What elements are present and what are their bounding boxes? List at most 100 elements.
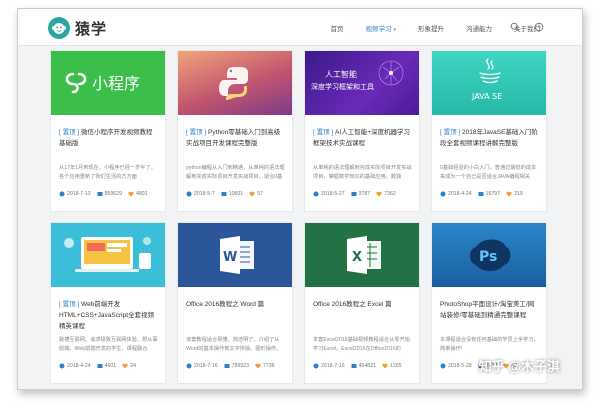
views-icon	[224, 364, 230, 368]
thumb-line1: 人工智能	[325, 69, 357, 79]
course-title-text: Office 2016教程之 Excel 篇	[313, 301, 392, 308]
clock-icon	[313, 363, 319, 369]
course-views: 4601	[104, 363, 117, 369]
course-views: 16797	[485, 191, 501, 197]
svg-text:X: X	[352, 250, 362, 265]
course-card[interactable]: W Office 2016教程之 Word 篇 该套教程适合易懂、简洁明了、介绍…	[177, 222, 293, 384]
course-meta: 2018-5-27 3787 7362	[313, 191, 417, 197]
course-likes: 7362	[384, 191, 396, 197]
course-meta: 2018-4-24 16797 219	[440, 191, 544, 197]
course-desc: 本套Excel2016基础视频教程适合从零开始学习Excel。Excel2016…	[313, 337, 410, 352]
nav-image-improve[interactable]: 形象提升	[418, 23, 444, 33]
course-date: 2018-5-28	[448, 363, 472, 369]
heart-icon	[122, 363, 128, 369]
pinned-tag: [ 置顶 ]	[313, 129, 334, 136]
browser-window: 猿学 首页 视频学习 ▾ 形象提升 沟通能力 关于我们 小程序 [置顶] 微…	[17, 8, 583, 390]
course-title-text: Office 2016教程之 Word 篇	[186, 301, 265, 308]
course-thumbnail	[51, 223, 165, 287]
course-likes: 219	[514, 191, 523, 197]
course-desc: 该套教程适合易懂、简洁明了、介绍了从Word的基本操作到文字排版、图形操作、	[186, 337, 282, 352]
site-logo[interactable]: 猿学	[48, 17, 107, 39]
clock-icon	[313, 191, 319, 197]
java-cup-icon: JAVA SE	[471, 58, 502, 101]
clock-icon	[186, 191, 192, 197]
course-meta: 2018-7-16 454821 1265	[313, 363, 417, 369]
course-likes: 4801	[135, 191, 148, 197]
clock-icon	[186, 363, 192, 369]
course-date: 2018-4-24	[67, 363, 91, 369]
course-views: 3787	[358, 191, 371, 197]
thumb-text: 小程序	[92, 74, 140, 93]
course-desc: 本课程适合没有任何基础的学员上手学习，简单操作!	[440, 337, 539, 352]
heart-icon	[255, 363, 261, 369]
course-title[interactable]: [ 置顶 ] Python零基础入门到高级实战项目开发课程完整版	[186, 127, 286, 160]
course-title[interactable]: PhotoShop平面设计/淘宝美工/网站装修/零基础到精通完整课程	[440, 299, 540, 332]
thumb-text: JAVA SE	[471, 92, 502, 101]
course-thumbnail: 小程序	[51, 51, 165, 115]
course-title[interactable]: [ 置顶 ] AI人工智能+深度机器学习框架技术实战课程	[313, 127, 413, 160]
ai-brain-icon: 人工智能 深度学习框架和工具	[311, 60, 404, 91]
course-views: 10601	[228, 191, 244, 197]
course-date: 2018-7-16	[321, 363, 345, 369]
course-date: 2018-7-13	[67, 191, 91, 197]
views-icon	[478, 192, 484, 196]
course-thumbnail: Ps	[432, 223, 546, 287]
course-card[interactable]: 小程序 [ 置顶 ] 微信小程序开发视频教程基础版 从17年1月到现在，小程序已…	[50, 50, 166, 212]
views-icon	[351, 192, 357, 196]
course-likes: 57	[257, 191, 263, 197]
nav-home[interactable]: 首页	[330, 23, 343, 33]
course-title[interactable]: [ 置顶 ] 微信小程序开发视频教程基础版	[59, 127, 159, 160]
course-desc: 从17年1月到现在，小程序已经一岁半了，各个应用重新了我们生活的方方面	[59, 165, 156, 180]
excel-logo-icon: X	[347, 236, 381, 274]
pinned-tag: [ 置顶 ]	[59, 129, 80, 136]
course-thumbnail: JAVA SE	[432, 51, 546, 115]
clock-icon[interactable]	[534, 22, 544, 32]
heart-icon	[376, 191, 382, 197]
clock-icon	[440, 363, 446, 369]
heart-icon	[382, 363, 388, 369]
word-logo-icon: W	[220, 236, 254, 274]
course-desc: 0基础经验的小白入门，普通过最低的成本来成为一个自己是否适合JAVA编程相关	[440, 165, 537, 180]
course-card[interactable]: JAVA SE [ 置顶 ] 2018年JavaSE基础入门阶段全套视频课程讲解…	[431, 50, 547, 212]
views-icon	[97, 364, 103, 368]
monkey-logo-icon	[48, 17, 70, 39]
site-header: 猿学 首页 视频学习 ▾ 形象提升 沟通能力 关于我们	[18, 9, 582, 46]
course-title[interactable]: [ 置顶 ] Web前端开发HTML+CSS+JavaScript全套视频精英课…	[59, 299, 159, 332]
course-date: 2018-4-24	[448, 191, 472, 197]
pinned-tag: [ 置顶 ]	[186, 129, 207, 136]
course-thumbnail: 人工智能 深度学习框架和工具	[305, 51, 419, 115]
heart-icon	[128, 191, 134, 197]
course-title[interactable]: Office 2016教程之 Excel 篇	[313, 299, 413, 332]
heart-icon	[506, 191, 512, 197]
course-date: 2018-5-7	[194, 191, 215, 197]
main-nav: 首页 视频学习 ▾ 形象提升 沟通能力 关于我们	[308, 9, 540, 46]
pinned-tag: [ 置顶 ]	[440, 129, 461, 136]
course-thumbnail: W	[178, 223, 292, 287]
svg-text:W: W	[223, 250, 237, 265]
clock-icon	[59, 363, 65, 369]
course-title[interactable]: [ 置顶 ] 2018年JavaSE基础入门阶段全套视频课程讲解完整版	[440, 127, 540, 160]
course-desc: 从单纯的语法理解到完成实际项目开发实战项目，掌握数学知识的基础应用、数独	[313, 165, 412, 180]
course-card[interactable]: [ 置顶 ] Python零基础入门到高级实战项目开发课程完整版 python编…	[177, 50, 293, 212]
zhihu-watermark: 知乎 @木子淇	[478, 359, 560, 374]
course-views: 789923	[231, 363, 249, 369]
course-title[interactable]: Office 2016教程之 Word 篇	[186, 299, 286, 332]
nav-video-learning[interactable]: 视频学习 ▾	[365, 23, 396, 33]
course-meta: 2018-7-13 859629 4801	[59, 191, 163, 197]
course-card[interactable]: [ 置顶 ] Web前端开发HTML+CSS+JavaScript全套视频精英课…	[50, 222, 166, 384]
search-icon[interactable]	[510, 22, 520, 32]
svg-text:Ps: Ps	[479, 249, 497, 265]
nav-video-learning-label: 视频学习	[365, 25, 392, 33]
course-title-text: PhotoShop平面设计/淘宝美工/网站装修/零基础到精通完整课程	[440, 301, 535, 319]
web-devices-icon	[64, 237, 151, 272]
photoshop-logo-icon: Ps	[470, 239, 511, 271]
nav-communication[interactable]: 沟通能力	[466, 23, 492, 33]
chevron-down-icon: ▾	[393, 26, 396, 33]
course-likes: 1265	[389, 363, 402, 369]
course-views: 859629	[104, 191, 122, 197]
clock-icon	[59, 191, 65, 197]
course-card[interactable]: 人工智能 深度学习框架和工具 [ 置顶 ] AI人工智能+深度机器学习框架技术实…	[304, 50, 420, 212]
course-card[interactable]: X Office 2016教程之 Excel 篇 本套Excel2016基础视频…	[304, 222, 420, 384]
course-likes: 24	[130, 363, 136, 369]
logo-text: 猿学	[75, 20, 108, 38]
